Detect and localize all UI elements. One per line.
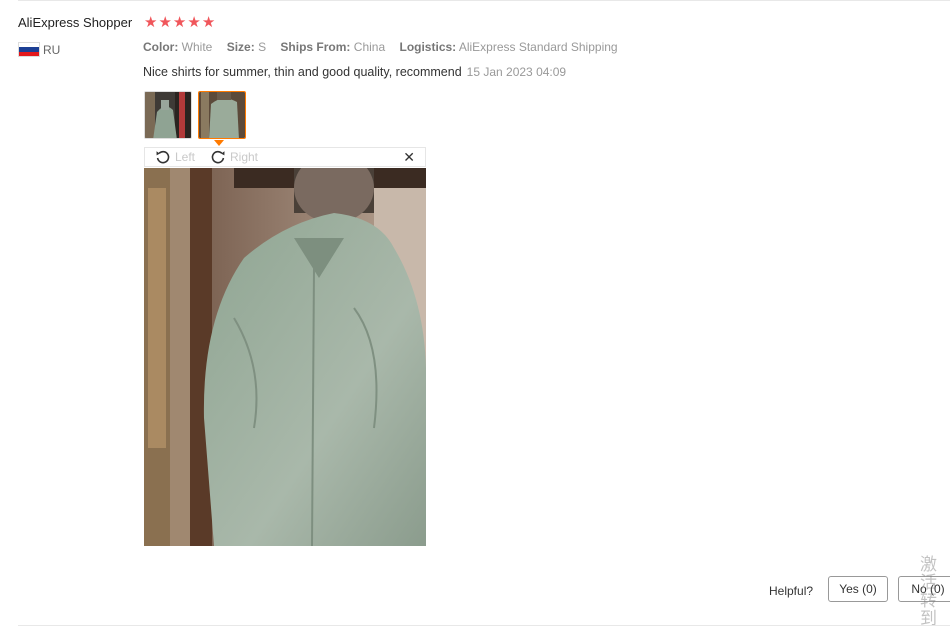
russia-flag-icon <box>18 42 40 57</box>
review-photo-thumbnail-2[interactable] <box>198 91 246 139</box>
star-rating: ★ ★ ★ ★ ★ <box>144 15 215 30</box>
review-body: Nice shirts for summer, thin and good qu… <box>143 65 566 79</box>
review-photo-thumbnail-1[interactable] <box>144 91 192 139</box>
review-text: Nice shirts for summer, thin and good qu… <box>143 65 462 79</box>
rotate-right-icon <box>210 149 226 165</box>
rotate-left-icon <box>155 149 171 165</box>
star-icon: ★ <box>201 14 216 31</box>
attr-logistics: Logistics: AliExpress Standard Shipping <box>399 40 618 54</box>
bottom-divider <box>18 625 950 626</box>
image-viewer-toolbar: Left Right ✕ <box>144 147 426 167</box>
top-divider <box>18 0 950 1</box>
review-photo-large <box>144 153 426 547</box>
rotate-left-label: Left <box>175 150 196 164</box>
review-date: 15 Jan 2023 04:09 <box>466 65 567 79</box>
close-viewer-button[interactable]: ✕ <box>403 149 415 165</box>
attr-size: Size: S <box>226 40 267 54</box>
star-icon: ★ <box>172 14 187 31</box>
country-code: RU <box>43 42 61 57</box>
order-attributes: Color: White Size: S Ships From: China L… <box>143 40 629 54</box>
helpful-label: Helpful? <box>769 584 814 598</box>
star-icon: ★ <box>187 14 201 31</box>
attr-color: Color: White <box>143 40 213 54</box>
activation-watermark: 激活 转到 <box>920 555 937 629</box>
rotate-left-button[interactable]: Left <box>155 149 195 165</box>
selected-thumb-pointer <box>214 140 224 146</box>
attr-ships-from: Ships From: China <box>280 40 386 54</box>
star-icon: ★ <box>158 14 172 31</box>
star-icon: ★ <box>144 14 158 31</box>
rotate-right-label: Right <box>230 150 259 164</box>
rotate-right-button[interactable]: Right <box>210 149 258 165</box>
close-icon: ✕ <box>403 149 415 165</box>
helpful-yes-button[interactable]: Yes (0) <box>828 576 888 602</box>
reviewer-country: RU <box>18 42 60 57</box>
reviewer-name: AliExpress Shopper <box>18 15 133 30</box>
